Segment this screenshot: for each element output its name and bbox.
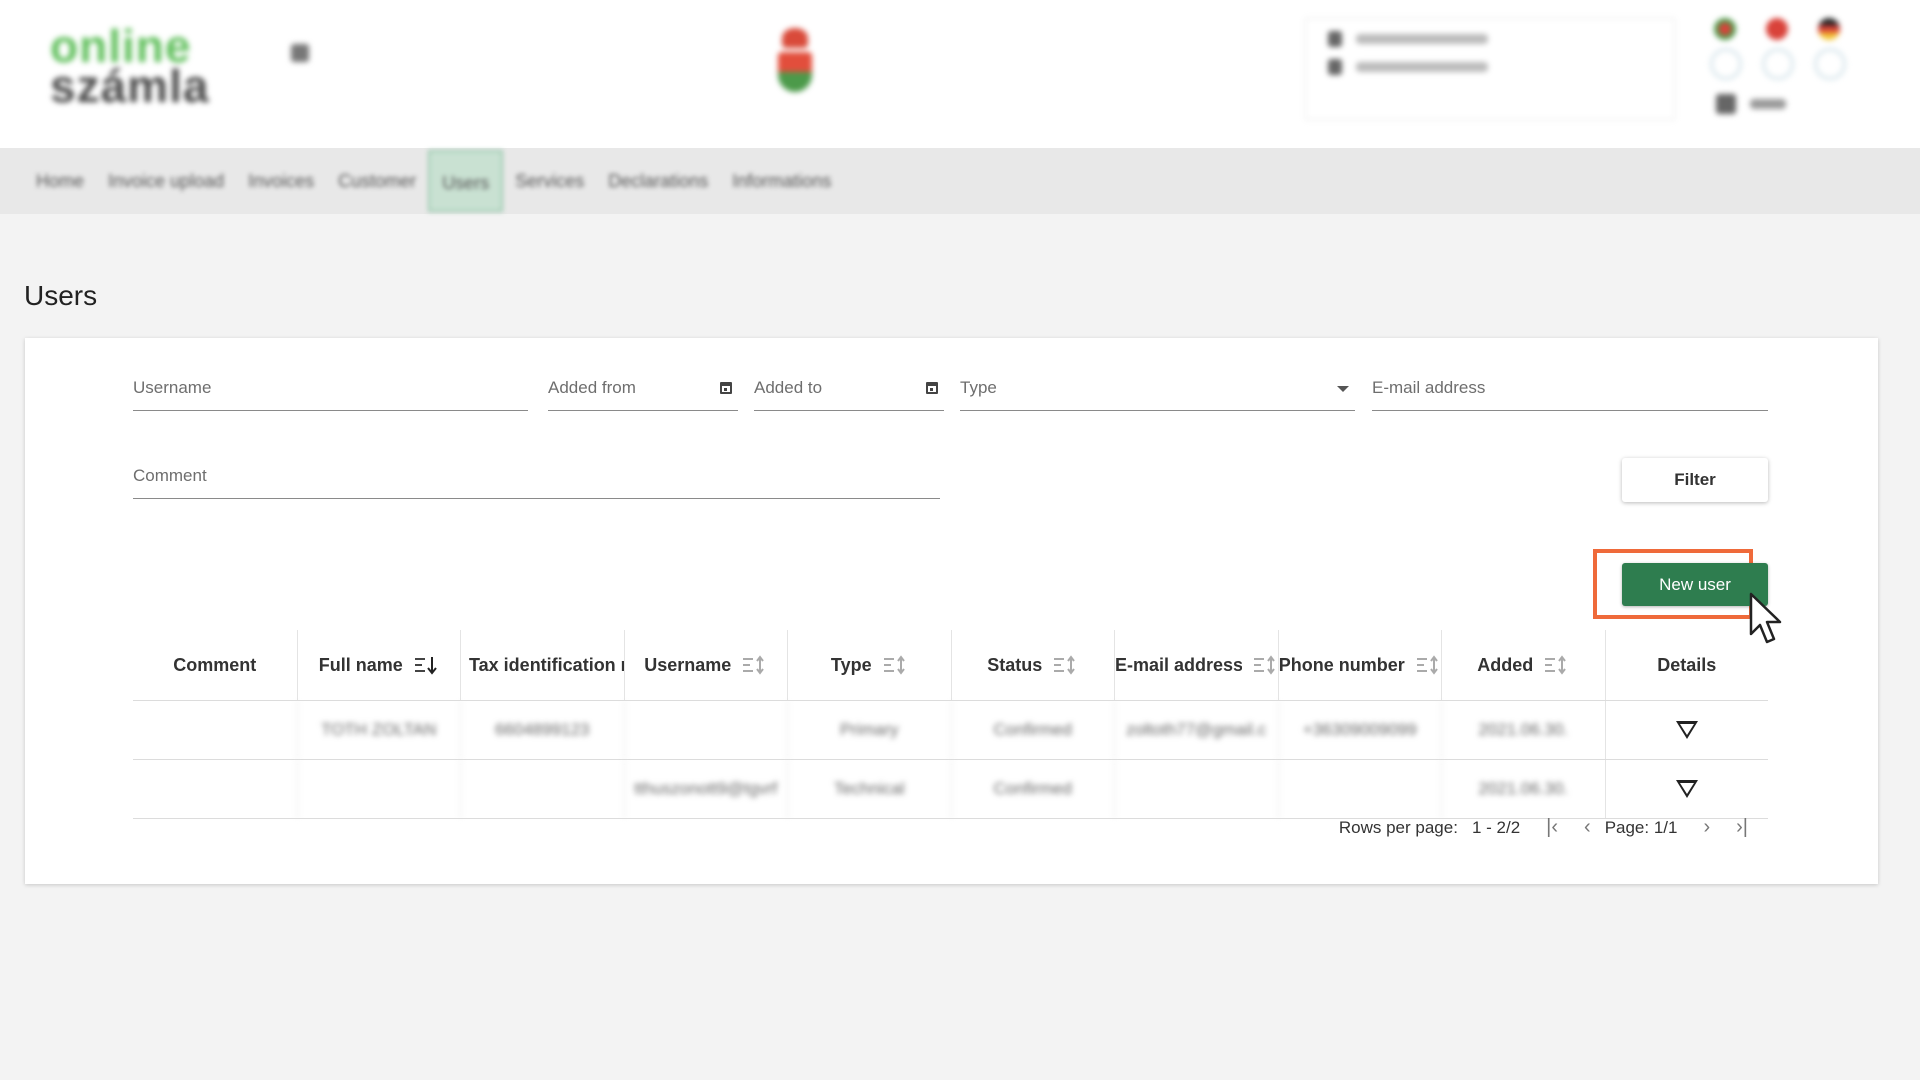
secondary-logo: [250, 30, 350, 100]
cell-status: Confirmed: [950, 760, 1115, 818]
filter-button[interactable]: Filter: [1622, 458, 1768, 502]
page-indicator: Page: 1/1: [1604, 817, 1678, 837]
cell-full-name: [296, 760, 461, 818]
email-field: [1372, 368, 1768, 411]
sort-icon[interactable]: [1415, 655, 1441, 675]
sort-icon[interactable]: [413, 655, 439, 675]
nav-item-invoice-upload[interactable]: Invoice upload: [96, 150, 236, 212]
ministry-text: [832, 48, 942, 88]
table-row[interactable]: TOTH ZOLTAN 6604899123 Primary Confirmed…: [133, 701, 1768, 760]
cell-comment: [133, 760, 297, 818]
column-header-email[interactable]: E-mail address: [1114, 630, 1278, 700]
column-header-username[interactable]: Username: [623, 630, 788, 700]
cell-added: 2021.06.30.: [1441, 760, 1605, 818]
flag-de-icon[interactable]: [1818, 18, 1840, 40]
rows-range: 1 - 2/2: [1471, 817, 1521, 837]
table-row[interactable]: tthuszonott9@tgvrf Technical Confirmed 2…: [133, 760, 1768, 819]
cell-tax-id: [460, 760, 624, 818]
column-header-full-name[interactable]: Full name: [296, 630, 461, 700]
logout-icon[interactable]: [1716, 94, 1736, 114]
calendar-icon[interactable]: [720, 382, 732, 394]
cell-email: [1114, 760, 1278, 818]
username-field: [133, 368, 528, 411]
sort-icon[interactable]: [882, 655, 908, 675]
next-page-icon[interactable]: ›: [1703, 816, 1710, 839]
last-page-icon[interactable]: ›|: [1736, 816, 1748, 839]
users-card: Filter New user Comment Full name Tax id…: [25, 338, 1878, 884]
comment-field: [133, 456, 940, 499]
type-select[interactable]: [960, 368, 1355, 411]
table-header-row: Comment Full name Tax identification n U…: [133, 630, 1768, 701]
main-nav: Home Invoice upload Invoices Customer Us…: [0, 148, 1920, 214]
column-header-comment: Comment: [173, 654, 257, 675]
app-logo[interactable]: online számla: [50, 23, 220, 109]
column-header-tax-id[interactable]: Tax identification n: [460, 630, 624, 700]
cell-status: Confirmed: [950, 701, 1115, 759]
language-selector[interactable]: [1710, 14, 1870, 124]
nav-item-declarations[interactable]: Declarations: [596, 150, 720, 212]
cell-username: tthuszonott9@tgvrf: [623, 760, 788, 818]
calendar-icon[interactable]: [926, 382, 938, 394]
sort-icon[interactable]: [1252, 655, 1278, 675]
nav-item-customer[interactable]: Customer: [326, 150, 428, 212]
expand-triangle-icon[interactable]: [1675, 780, 1698, 798]
app-header: online számla: [0, 0, 1920, 148]
cell-email: zoltoth77@gmail.c: [1114, 701, 1278, 759]
sort-icon[interactable]: [741, 655, 767, 675]
nav-item-users[interactable]: Users: [428, 150, 504, 212]
cell-type: Technical: [787, 760, 951, 818]
prev-page-icon[interactable]: ‹: [1584, 816, 1591, 839]
username-input[interactable]: [133, 376, 528, 400]
pagination: Rows per page: 1 - 2/2 |‹ ‹ Page: 1/1 › …: [1325, 816, 1748, 839]
type-select-input[interactable]: [960, 376, 1355, 400]
column-header-status[interactable]: Status: [950, 630, 1115, 700]
column-header-added[interactable]: Added: [1441, 630, 1605, 700]
page-title: Users: [24, 280, 98, 311]
cell-details: [1604, 760, 1769, 818]
email-input[interactable]: [1372, 376, 1768, 400]
logout-link[interactable]: [1750, 99, 1786, 109]
comment-input[interactable]: [133, 464, 940, 488]
chevron-down-icon[interactable]: [1337, 386, 1349, 392]
rows-per-page-label: Rows per page:: [1338, 817, 1458, 837]
sort-icon[interactable]: [1052, 655, 1078, 675]
cell-tax-id: 6604899123: [460, 701, 624, 759]
added-from-input[interactable]: [548, 376, 738, 400]
added-to-field: [754, 368, 944, 411]
flag-en-icon[interactable]: [1766, 18, 1788, 40]
building-icon: [1328, 59, 1342, 75]
column-header-details: Details: [1604, 630, 1769, 700]
cell-phone: +36309009099: [1277, 701, 1442, 759]
expand-triangle-icon[interactable]: [1675, 721, 1698, 739]
users-table: Comment Full name Tax identification n U…: [133, 630, 1768, 819]
first-page-icon[interactable]: |‹: [1546, 816, 1558, 839]
flag-hu-icon[interactable]: [1714, 18, 1736, 40]
cell-details: [1604, 701, 1769, 759]
column-header-type[interactable]: Type: [787, 630, 951, 700]
cell-type: Primary: [787, 701, 951, 759]
cell-comment: [133, 701, 297, 759]
column-header-phone[interactable]: Phone number: [1277, 630, 1442, 700]
added-to-input[interactable]: [754, 376, 944, 400]
cell-added: 2021.06.30.: [1441, 701, 1605, 759]
nav-item-invoices[interactable]: Invoices: [236, 150, 326, 212]
added-from-field: [548, 368, 738, 411]
cell-full-name: TOTH ZOLTAN: [296, 701, 461, 759]
nav-item-services[interactable]: Services: [503, 150, 596, 212]
nav-item-informations[interactable]: Informations: [720, 150, 843, 212]
nav-item-home[interactable]: Home: [24, 150, 96, 212]
user-info-box: [1305, 18, 1675, 120]
cell-username: [623, 701, 788, 759]
sort-icon[interactable]: [1543, 655, 1569, 675]
cell-phone: [1277, 760, 1442, 818]
coat-of-arms-icon: [765, 28, 825, 108]
person-icon: [1328, 31, 1342, 47]
